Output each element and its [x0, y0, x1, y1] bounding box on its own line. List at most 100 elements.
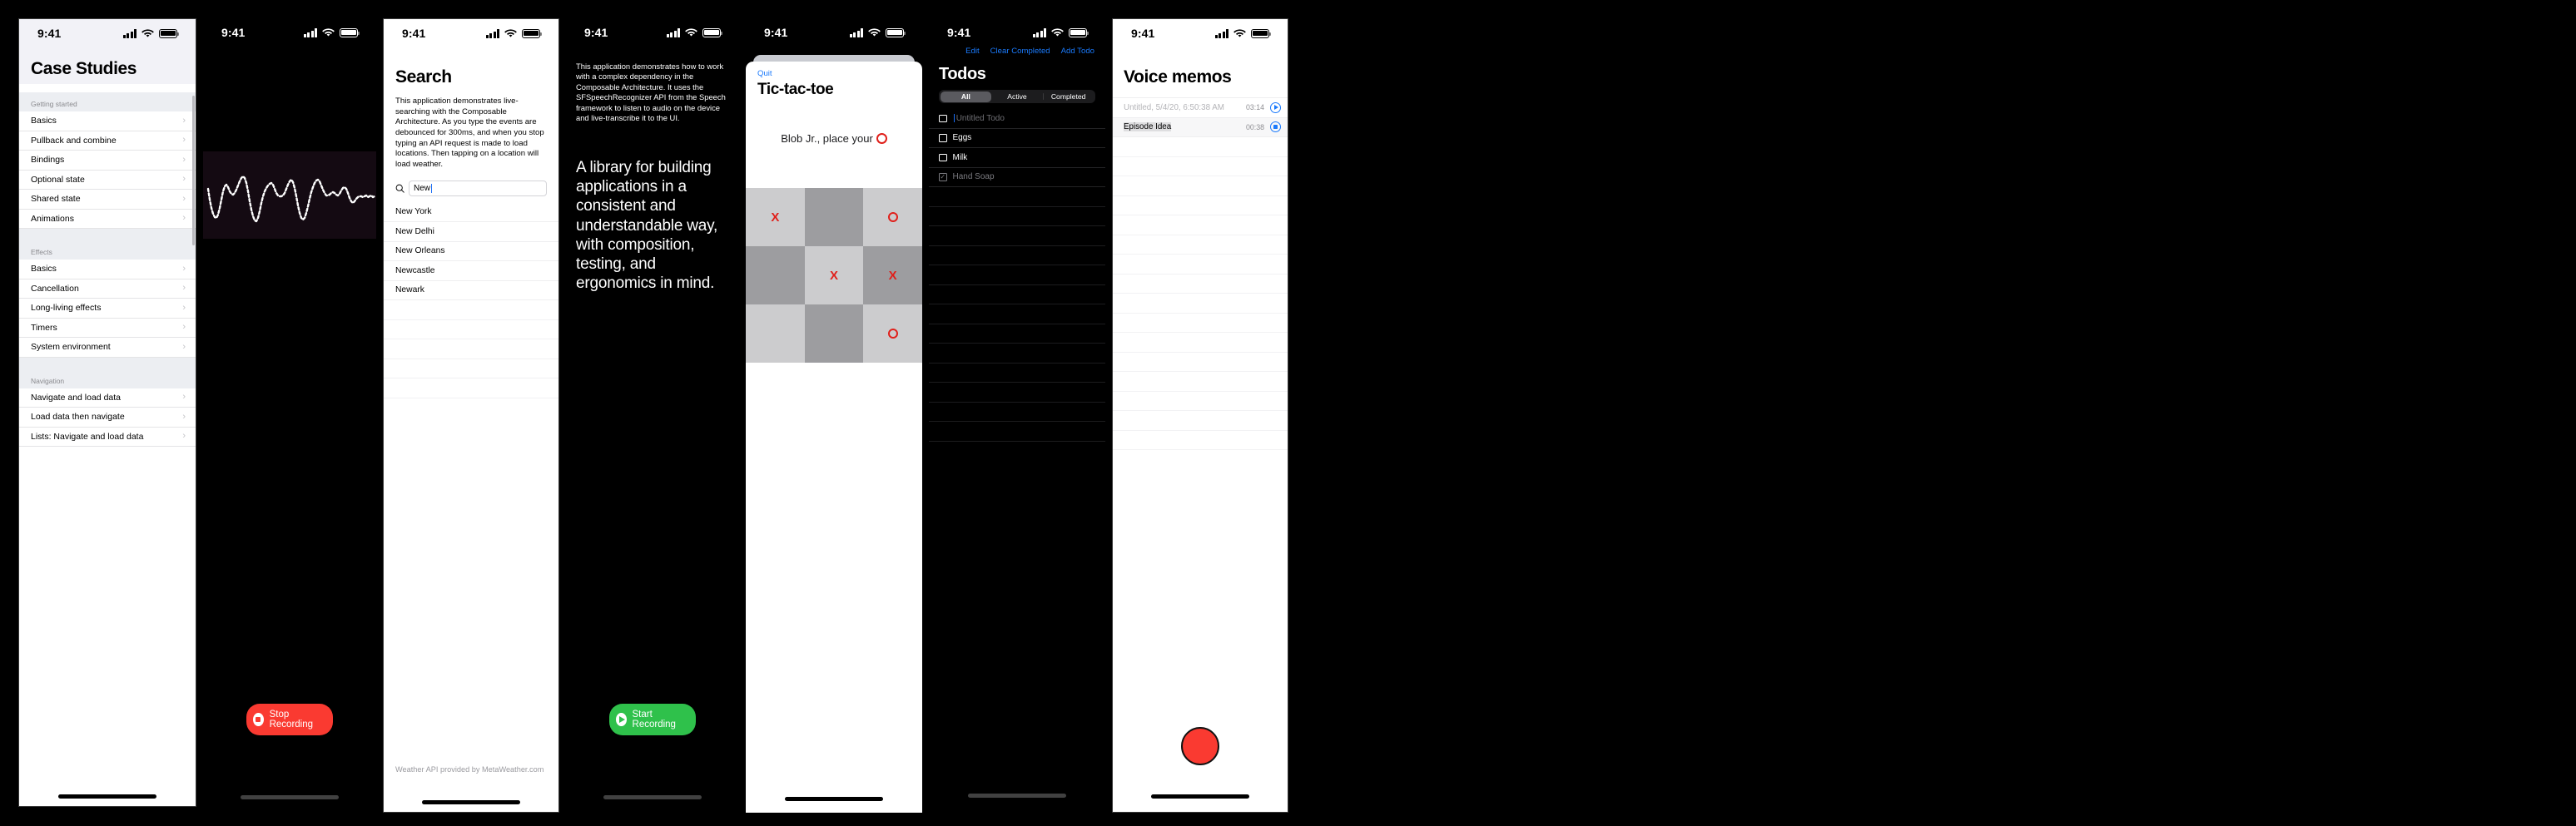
board-cell[interactable]: X	[746, 188, 805, 246]
search-row[interactable]: New	[384, 180, 558, 196]
stop-recording-label: Stop Recording	[269, 710, 314, 730]
stop-recording-button[interactable]: Stop Recording	[246, 704, 333, 735]
todo-row[interactable]: Eggs	[929, 129, 1105, 148]
list-item[interactable]: Pullback and combine ›	[19, 131, 196, 151]
list-item[interactable]: Animations ›	[19, 209, 196, 229]
phone-search: 9:41 Search This application demonstrate…	[383, 18, 559, 813]
todo-row	[929, 285, 1105, 304]
list-item	[384, 300, 558, 320]
checkbox-icon[interactable]	[939, 134, 947, 142]
search-results-list[interactable]: New York New Delhi New Orleans Newcastle…	[384, 203, 558, 398]
home-indicator	[58, 794, 156, 799]
case-studies-list[interactable]: Getting started Basics › Pullback and com…	[19, 92, 196, 806]
todo-row[interactable]: Milk	[929, 148, 1105, 168]
todo-label: Untitled Todo	[955, 113, 1005, 123]
edit-button[interactable]: Edit	[965, 47, 980, 56]
clear-completed-button[interactable]: Clear Completed	[990, 47, 1050, 56]
list-item[interactable]: Newcastle	[384, 261, 558, 281]
tic-tac-toe-board[interactable]: X X X	[746, 188, 922, 363]
list-item[interactable]: Basics ›	[19, 260, 196, 279]
list-item[interactable]: New Delhi	[384, 222, 558, 242]
list-item[interactable]: Timers ›	[19, 318, 196, 338]
todo-label: Hand Soap	[952, 172, 995, 182]
board-cell[interactable]: X	[863, 246, 922, 304]
board-cell[interactable]: X	[804, 246, 864, 304]
list-item[interactable]: New York	[384, 203, 558, 223]
chevron-right-icon: ›	[182, 431, 186, 442]
record-button[interactable]	[1181, 727, 1219, 765]
cellular-icon	[303, 27, 317, 37]
chevron-right-icon: ›	[182, 322, 186, 333]
memo-row[interactable]: Untitled, 5/4/20, 6:50:38 AM 03:14	[1113, 98, 1288, 118]
section-header-getting-started: Getting started	[19, 92, 196, 111]
list-item[interactable]: Navigate and load data ›	[19, 388, 196, 408]
memo-row	[1113, 255, 1288, 275]
board-cell[interactable]	[804, 304, 864, 363]
memo-row	[1113, 235, 1288, 255]
list-item[interactable]: Bindings ›	[19, 151, 196, 171]
list-item-label: Cancellation	[31, 283, 79, 294]
board-cell[interactable]	[746, 304, 805, 363]
list-item[interactable]: Newark	[384, 281, 558, 301]
list-item[interactable]: New Orleans	[384, 242, 558, 262]
search-input-value: New	[414, 183, 431, 193]
search-input[interactable]: New	[409, 180, 547, 196]
list-item[interactable]: Load data then navigate ›	[19, 408, 196, 428]
list-item[interactable]: Optional state ›	[19, 170, 196, 190]
phone-voice-memos: 9:41 Voice memos Untitled, 5/4/20, 6:50:…	[1112, 18, 1288, 813]
speech-transcript: A library for building applications in a…	[576, 159, 718, 293]
memo-row[interactable]: Episode Idea 00:38	[1113, 117, 1288, 137]
list-item[interactable]: Cancellation ›	[19, 279, 196, 299]
list-item-label: Shared state	[31, 194, 81, 205]
memo-row	[1113, 314, 1288, 333]
board-cell[interactable]	[746, 246, 805, 304]
add-todo-button[interactable]: Add Todo	[1061, 47, 1094, 56]
checkbox-checked-icon[interactable]: ✓	[939, 173, 947, 181]
turn-status-text: Blob Jr., place your	[781, 132, 873, 145]
memo-duration: 03:14	[1245, 103, 1264, 112]
chevron-right-icon: ›	[182, 302, 186, 313]
todo-row[interactable]: Untitled Todo	[929, 109, 1105, 129]
memo-row	[1113, 372, 1288, 392]
phone-speech-transcript: 9:41 This application demonstrates how t…	[566, 18, 739, 807]
voice-memos-list[interactable]: Untitled, 5/4/20, 6:50:38 AM 03:14 Episo…	[1113, 97, 1288, 450]
page-title: Voice memos	[1124, 67, 1232, 87]
stop-icon[interactable]	[1270, 121, 1281, 133]
list-item	[384, 378, 558, 398]
result-label: Newark	[395, 285, 424, 295]
list-item[interactable]: System environment ›	[19, 338, 196, 358]
status-time: 9:41	[584, 26, 608, 39]
wifi-icon	[141, 28, 154, 37]
status-time: 9:41	[764, 26, 788, 39]
quit-button[interactable]: Quit	[746, 62, 922, 78]
wifi-icon	[1233, 28, 1246, 37]
list-item[interactable]: Shared state ›	[19, 190, 196, 210]
start-recording-button[interactable]: Start Recording	[609, 704, 696, 735]
filter-segmented-control[interactable]: All Active Completed	[939, 90, 1095, 103]
todo-row	[929, 304, 1105, 324]
status-bar: 9:41	[384, 19, 558, 47]
chevron-right-icon: ›	[182, 411, 186, 422]
scrollbar[interactable]	[192, 96, 195, 245]
tab-all[interactable]: All	[940, 91, 992, 102]
todo-list[interactable]: Untitled Todo Eggs Milk ✓ Hand Soap	[929, 109, 1105, 442]
list-item-label: Load data then navigate	[31, 412, 125, 423]
list-item[interactable]: Basics ›	[19, 111, 196, 131]
tab-completed[interactable]: Completed	[1043, 92, 1094, 102]
tab-active[interactable]: Active	[991, 92, 1043, 102]
checkbox-icon[interactable]	[939, 153, 947, 161]
battery-icon	[886, 27, 906, 37]
board-cell[interactable]	[863, 304, 922, 363]
status-indicators	[303, 27, 360, 37]
play-icon[interactable]	[1270, 101, 1281, 113]
list-item[interactable]: Lists: Navigate and load data ›	[19, 427, 196, 447]
status-indicators	[1214, 28, 1271, 38]
board-cell[interactable]	[863, 188, 922, 246]
checkbox-icon[interactable]	[939, 114, 947, 122]
todos-toolbar: Edit Clear Completed Add Todo	[965, 35, 1105, 56]
memo-row	[1113, 176, 1288, 196]
board-cell[interactable]	[804, 188, 864, 246]
chevron-right-icon: ›	[182, 283, 186, 294]
list-item[interactable]: Long-living effects ›	[19, 299, 196, 319]
todo-row[interactable]: ✓ Hand Soap	[929, 168, 1105, 187]
